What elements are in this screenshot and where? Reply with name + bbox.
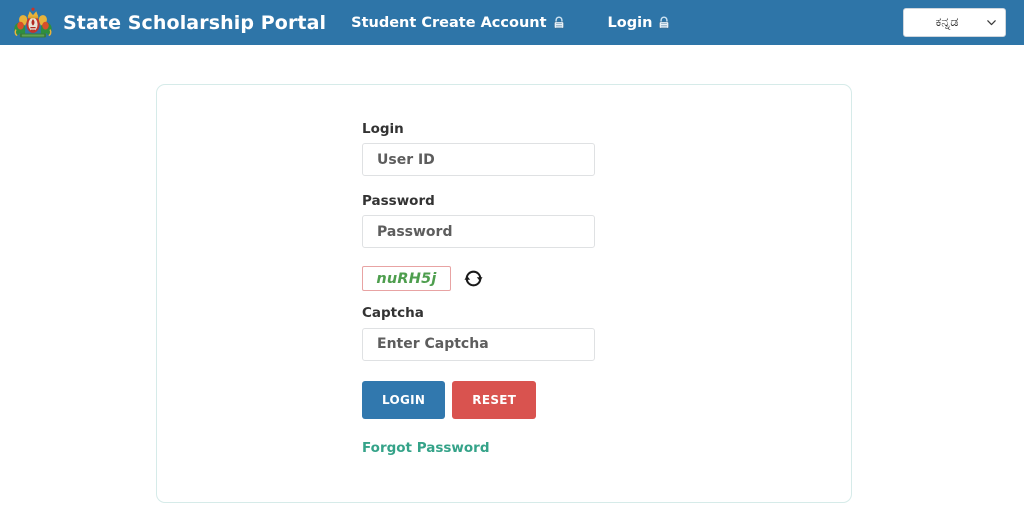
form-buttons: LOGIN RESET <box>362 380 595 419</box>
login-form: Login Password nuRH5j Captcha LOGIN RESE… <box>362 121 595 456</box>
user-id-input[interactable] <box>362 143 595 177</box>
site-header: State Scholarship Portal Student Create … <box>0 0 1024 45</box>
captcha-text: nuRH5j <box>376 270 437 287</box>
karnataka-state-emblem-icon <box>14 7 52 37</box>
nav-item-student-create-account[interactable]: Student Create Account <box>351 15 565 31</box>
login-field-label: Login <box>362 121 404 137</box>
brand-title: State Scholarship Portal <box>63 11 327 34</box>
language-select[interactable]: ಕನ್ನಡ <box>903 8 1006 37</box>
chevron-down-icon <box>987 20 996 26</box>
lock-icon <box>553 16 564 29</box>
nav-item-label: Login <box>607 14 653 31</box>
captcha-field-label: Captcha <box>362 305 424 322</box>
main-nav: Student Create Account Login <box>351 15 671 31</box>
login-button[interactable]: LOGIN <box>362 380 446 419</box>
captcha-image-row: nuRH5j <box>362 266 595 292</box>
lock-icon <box>659 16 670 29</box>
captcha-input[interactable] <box>362 327 595 361</box>
captcha-image: nuRH5j <box>362 266 451 292</box>
password-input[interactable] <box>362 215 595 249</box>
brand[interactable]: State Scholarship Portal <box>12 2 326 44</box>
nav-item-login[interactable]: Login <box>608 15 672 31</box>
nav-item-label: Student Create Account <box>351 14 547 31</box>
refresh-icon[interactable] <box>464 269 483 288</box>
reset-button[interactable]: RESET <box>452 380 537 419</box>
forgot-password-link[interactable]: Forgot Password <box>362 440 489 456</box>
login-card: Login Password nuRH5j Captcha LOGIN RESE… <box>156 84 852 503</box>
password-field-label: Password <box>362 193 435 210</box>
language-select-value: ಕನ್ನಡ <box>935 15 959 30</box>
